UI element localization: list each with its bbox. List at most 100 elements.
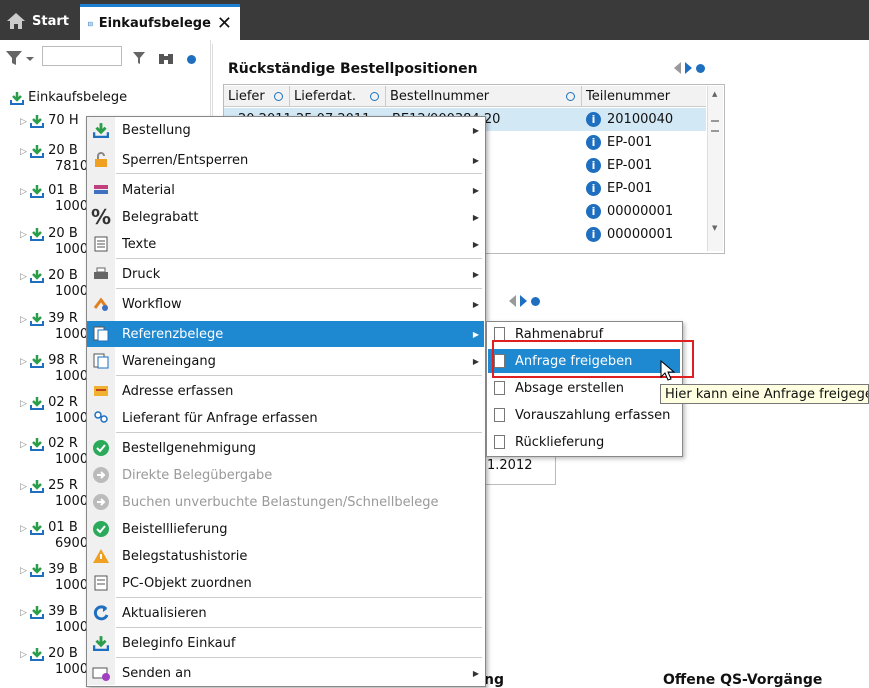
tab-einkaufsbelege[interactable]: Einkaufsbelege ✕ [80, 4, 240, 40]
tree-item-label: 70 H [48, 113, 79, 128]
tree-item-sublabel: 1000 [55, 452, 89, 467]
next-icon[interactable] [520, 295, 527, 307]
menu-item[interactable]: Druck ▶ [87, 261, 484, 287]
filter-input[interactable] [42, 46, 122, 66]
expand-arrow-icon[interactable]: ▷ [20, 605, 30, 621]
submenu-item[interactable]: Vorauszahlung erfassen [488, 403, 680, 427]
expand-arrow-icon[interactable]: ▷ [20, 312, 30, 328]
info-icon[interactable]: i [586, 227, 601, 242]
tree-item[interactable]: ▷ 98 R [20, 353, 78, 370]
scroll-down-icon[interactable]: ▼ [712, 224, 717, 232]
tab-einkaufsbelege-label: Einkaufsbelege [98, 16, 211, 31]
column-header[interactable]: Lieferdat. [290, 86, 386, 106]
tree-root[interactable]: Einkaufsbelege [10, 90, 127, 106]
tree-item[interactable]: ▷ 39 B [20, 604, 78, 621]
tab-start[interactable]: Start [6, 6, 69, 36]
expand-arrow-icon[interactable]: ▷ [20, 396, 30, 412]
menu-item[interactable]: Beleginfo Einkauf [87, 630, 484, 656]
menu-item[interactable]: PC-Objekt zuordnen [87, 570, 484, 596]
menu-item[interactable]: Wareneingang ▶ [87, 348, 484, 374]
sort-icon[interactable] [274, 91, 283, 101]
tree-item[interactable]: ▷ 25 R [20, 478, 78, 495]
scroll-up-icon[interactable]: ▲ [712, 90, 717, 98]
filter-icon[interactable] [132, 50, 146, 70]
grid-nav [674, 62, 705, 74]
submenu-item[interactable]: Rücklieferung [488, 430, 680, 454]
column-label: Bestellnummer [390, 88, 490, 104]
menu-item[interactable]: Aktualisieren [87, 600, 484, 626]
menu-item[interactable]: Beistelllieferung [87, 516, 484, 542]
tree-item[interactable]: ▷ 01 B [20, 183, 78, 200]
tree-item-label: 39 R [48, 311, 78, 326]
expand-arrow-icon[interactable]: ▷ [20, 227, 30, 243]
tree-item[interactable]: ▷ 02 R [20, 395, 78, 412]
expand-arrow-icon[interactable]: ▷ [20, 521, 30, 537]
tree-item[interactable]: ▷ 39 B [20, 562, 78, 579]
tree-item-sublabel: 1000 [55, 578, 89, 593]
expand-arrow-icon[interactable]: ▷ [20, 479, 30, 495]
menu-separator [116, 258, 482, 259]
menu-item[interactable]: Texte ▶ [87, 231, 484, 257]
column-header[interactable]: Teilenummer [582, 86, 706, 106]
tree-item-sublabel: 1000 [55, 411, 89, 426]
menu-dot-icon[interactable] [531, 296, 540, 306]
menu-item[interactable]: Adresse erfassen [87, 378, 484, 404]
tree-item[interactable]: ▷ 70 H [20, 113, 79, 130]
filter-dropdown-icon[interactable] [4, 48, 34, 72]
sort-icon[interactable] [566, 91, 575, 101]
binoculars-icon[interactable] [158, 50, 174, 70]
info-icon[interactable]: i [586, 204, 601, 219]
scroll-thumb[interactable] [711, 120, 719, 132]
next-icon[interactable] [685, 62, 692, 74]
prev-icon[interactable] [674, 62, 681, 74]
menu-item[interactable]: % Belegrabatt ▶ [87, 204, 484, 230]
menu-item[interactable]: Referenzbelege ▶ [87, 321, 484, 347]
text-document-icon [87, 236, 115, 252]
tree-item-label: 25 R [48, 478, 78, 493]
download-icon [30, 144, 44, 158]
tree-item[interactable]: ▷ 01 B [20, 520, 78, 537]
tree-item[interactable]: ▷ 39 R [20, 311, 78, 328]
menu-item[interactable]: Bestellgenehmigung [87, 435, 484, 461]
close-icon[interactable]: ✕ [217, 13, 232, 34]
expand-arrow-icon[interactable]: ▷ [20, 144, 30, 160]
menu-item-label: Belegstatushistorie [122, 548, 248, 564]
expand-arrow-icon[interactable]: ▷ [20, 647, 30, 663]
prev-icon[interactable] [509, 295, 516, 307]
column-header[interactable]: Liefer [224, 86, 290, 106]
tree-item[interactable]: ▷ 02 R [20, 436, 78, 453]
menu-item[interactable]: Direkte Belegübergabe [87, 462, 484, 488]
expand-arrow-icon[interactable]: ▷ [20, 269, 30, 285]
menu-item-label: Workflow [122, 296, 182, 312]
sort-icon[interactable] [370, 91, 379, 101]
tree-item[interactable]: ▷ 20 B [20, 646, 78, 663]
expand-arrow-icon[interactable]: ▷ [20, 563, 30, 579]
expand-arrow-icon[interactable]: ▷ [20, 354, 30, 370]
expand-arrow-icon[interactable]: ▷ [20, 437, 30, 453]
reference-documents-icon [87, 326, 115, 342]
menu-item[interactable]: Bestellung ▶ [87, 117, 484, 143]
column-header[interactable]: Bestellnummer [386, 86, 582, 106]
tree-item[interactable]: ▷ 20 B [20, 143, 78, 160]
submenu-item[interactable]: Absage erstellen [488, 376, 680, 400]
menu-item[interactable]: Sperren/Entsperren ▶ [87, 147, 484, 173]
menu-dot-icon[interactable] [696, 63, 705, 73]
expand-arrow-icon[interactable]: ▷ [20, 184, 30, 200]
menu-item[interactable]: Workflow ▶ [87, 291, 484, 317]
info-icon[interactable]: i [586, 158, 601, 173]
tab-start-label: Start [32, 13, 69, 29]
info-icon[interactable]: i [586, 181, 601, 196]
menu-item[interactable]: Belegstatushistorie [87, 543, 484, 569]
menu-item[interactable]: Senden an ▶ [87, 660, 484, 686]
grid-scrollbar[interactable]: ▲ ▼ [707, 86, 723, 251]
info-icon[interactable]: i [586, 135, 601, 150]
menu-item[interactable]: Buchen unverbuchte Belastungen/Schnellbe… [87, 489, 484, 515]
tree-item[interactable]: ▷ 20 B [20, 268, 78, 285]
menu-item[interactable]: Lieferant für Anfrage erfassen [87, 405, 484, 431]
menu-item[interactable]: Material ▶ [87, 177, 484, 203]
tree-item[interactable]: ▷ 20 B [20, 226, 78, 243]
check-circle-icon [87, 520, 115, 538]
info-icon[interactable]: i [586, 112, 601, 127]
tree-item-sublabel: 6900 [55, 536, 89, 551]
expand-arrow-icon[interactable]: ▷ [20, 114, 30, 130]
